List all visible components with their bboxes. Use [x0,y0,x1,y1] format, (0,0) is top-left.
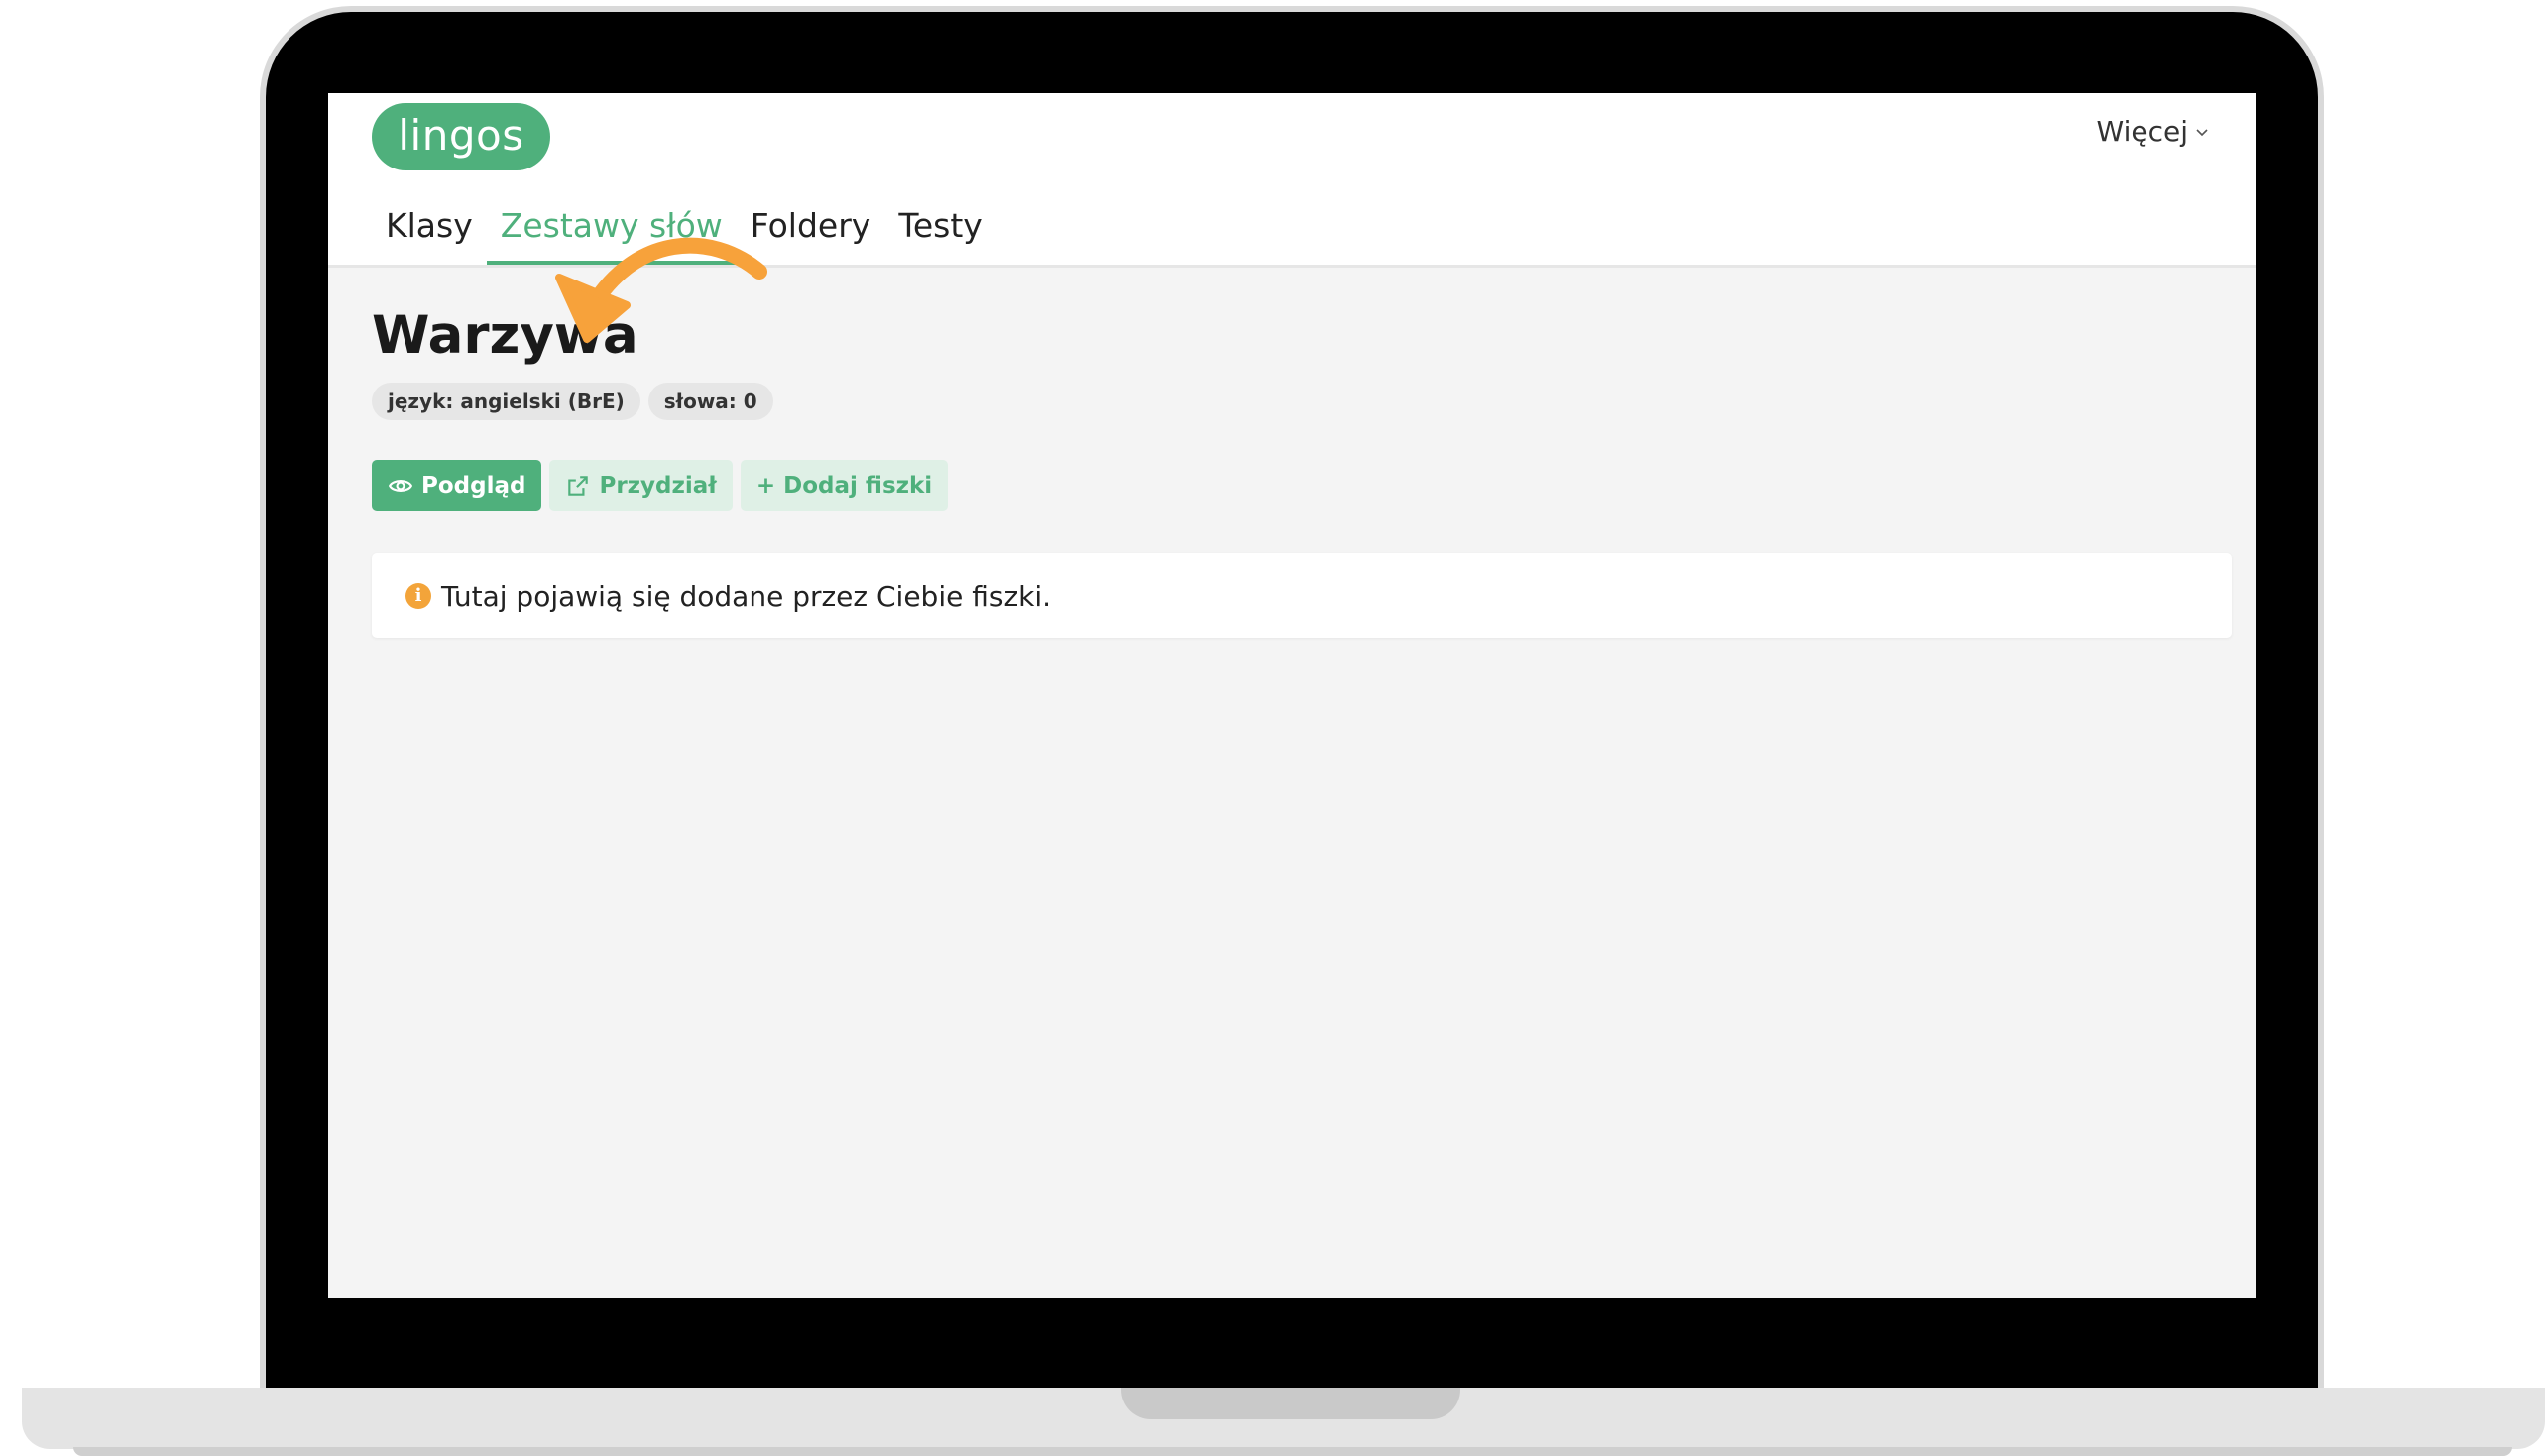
add-flashcards-button-label: + Dodaj fiszki [755,473,933,499]
set-actions: Podgląd Przydział + Dodaj fiszki [372,460,949,511]
laptop-base-edge [73,1447,2512,1456]
share-icon [568,476,589,496]
eye-icon [388,480,413,492]
curved-arrow-icon [555,237,767,343]
set-badges: język: angielski (BrE) słowa: 0 [372,383,773,420]
tab-testy[interactable]: Testy [884,202,996,265]
preview-button[interactable]: Podgląd [372,460,542,511]
more-menu-button[interactable]: Więcej [2097,115,2210,148]
assign-button[interactable]: Przydział [549,460,733,511]
assign-button-label: Przydział [599,473,717,499]
preview-button-label: Podgląd [421,473,526,499]
add-flashcards-button[interactable]: + Dodaj fiszki [740,460,949,511]
language-badge: język: angielski (BrE) [372,383,640,420]
tab-klasy[interactable]: Klasy [372,202,487,265]
more-menu-label: Więcej [2096,115,2188,148]
laptop-notch [1121,1388,1460,1419]
empty-state-info: i Tutaj pojawią się dodane przez Ciebie … [372,553,2232,638]
lingos-logo[interactable]: lingos [372,103,550,170]
info-icon: i [405,583,431,609]
chevron-down-icon [2196,128,2208,136]
word-count-badge: słowa: 0 [647,383,773,420]
empty-state-message: Tutaj pojawią się dodane przez Ciebie fi… [441,579,1052,613]
